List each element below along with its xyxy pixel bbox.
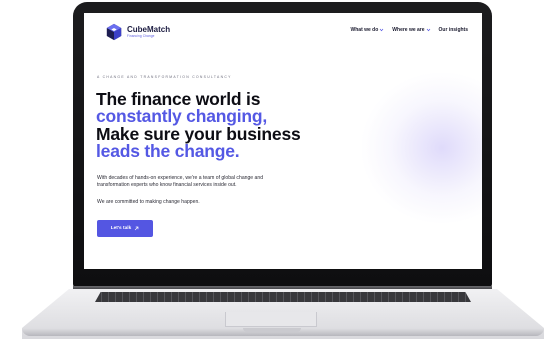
lets-talk-button[interactable]: Let's talk	[97, 220, 153, 237]
headline-line-4: leads the change.	[96, 141, 240, 161]
cta-label: Let's talk	[110, 226, 132, 231]
main-nav: What we do Where we are Our insights	[351, 27, 468, 33]
description-line-2: transformation experts who know financia…	[97, 182, 237, 189]
brand-tagline: Financing Change	[127, 33, 155, 38]
hero-eyebrow: A CHANGE AND TRANSFORMATION CONSULTANCY	[97, 75, 232, 79]
cube-logo-icon	[106, 23, 122, 41]
laptop-keyboard	[95, 292, 471, 302]
hero-description: With decades of hands-on experience, we'…	[97, 175, 327, 189]
headline-line-2: constantly changing,	[96, 106, 268, 126]
nav-item-our-insights[interactable]: Our insights	[439, 27, 468, 33]
browser-viewport: CubeMatch Financing Change What we do Wh…	[84, 13, 482, 269]
description-line-1: With decades of hands-on experience, we'…	[97, 175, 264, 181]
arrow-up-right-icon	[135, 226, 139, 231]
nav-item-label: Our insights	[438, 27, 468, 33]
nav-item-where-we-are[interactable]: Where we are	[392, 27, 430, 33]
chevron-down-icon	[426, 28, 430, 32]
nav-item-what-we-do[interactable]: What we do	[351, 27, 385, 33]
laptop-opening-notch	[243, 328, 301, 332]
nav-item-label: Where we are	[392, 27, 425, 33]
laptop-trackpad	[225, 312, 317, 327]
brand-logo[interactable]: CubeMatch Financing Change	[105, 23, 170, 41]
hero-glow	[362, 73, 482, 223]
hero-commitment: We are committed to making change happen…	[97, 199, 200, 205]
nav-item-label: What we do	[350, 27, 379, 33]
chevron-down-icon	[380, 28, 384, 32]
brand-name: CubeMatch	[127, 24, 171, 34]
